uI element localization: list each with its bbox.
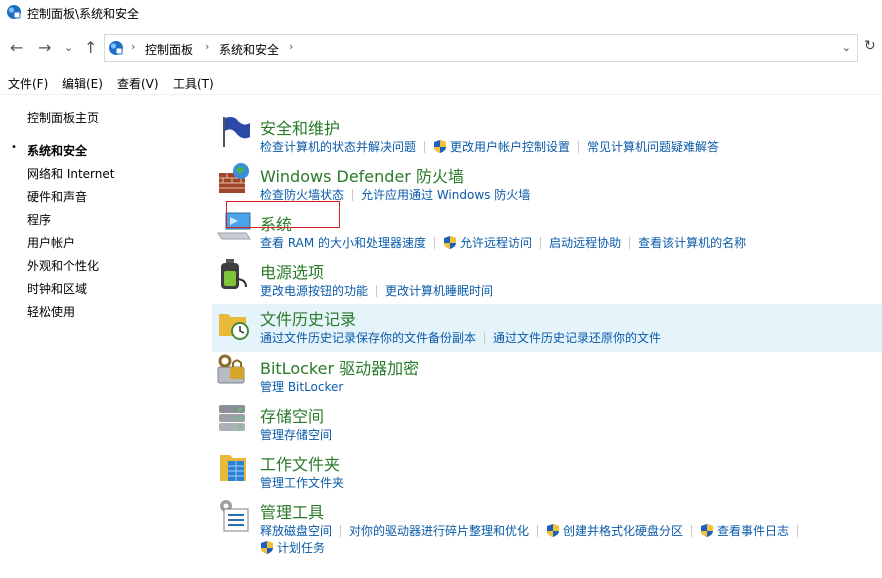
sidebar-item-programs[interactable]: 程序 bbox=[27, 211, 51, 228]
link-manage-bitlocker[interactable]: 管理 BitLocker bbox=[260, 378, 343, 395]
uac-shield-icon bbox=[444, 236, 457, 249]
link-divider bbox=[629, 236, 631, 249]
link-view-ram-cpu[interactable]: 查看 RAM 的大小和处理器速度 bbox=[260, 234, 426, 251]
link-divider bbox=[540, 236, 542, 249]
sidebar-item-system-security[interactable]: 系统和安全 bbox=[27, 142, 87, 159]
forward-button[interactable]: → bbox=[38, 38, 51, 57]
file-history-icon bbox=[219, 314, 249, 340]
category-bitlocker: BitLocker 驱动器加密 管理 BitLocker bbox=[212, 353, 882, 401]
sidebar-item-ease-of-access[interactable]: 轻松使用 bbox=[27, 303, 75, 320]
sidebar-item-home[interactable]: 控制面板主页 bbox=[27, 109, 99, 126]
highlight-box bbox=[226, 201, 340, 228]
admin-tools-icon bbox=[220, 500, 249, 532]
link-event-logs[interactable]: 查看事件日志 bbox=[700, 522, 789, 539]
link-file-history-restore[interactable]: 通过文件历史记录还原你的文件 bbox=[493, 329, 661, 346]
sidebar-item-hardware[interactable]: 硬件和声音 bbox=[27, 188, 87, 205]
link-divider bbox=[578, 140, 580, 153]
link-divider bbox=[797, 524, 799, 537]
category-storage-spaces: 存储空间 管理存储空间 bbox=[212, 401, 882, 449]
category-title[interactable]: Windows Defender 防火墙 bbox=[260, 163, 464, 187]
link-computer-name[interactable]: 查看该计算机的名称 bbox=[638, 234, 746, 251]
recent-locations-button[interactable]: ⌄ bbox=[64, 41, 73, 54]
menu-file[interactable]: 文件(F) bbox=[8, 75, 48, 92]
uac-shield-icon bbox=[261, 541, 273, 554]
link-create-partitions[interactable]: 创建并格式化硬盘分区 bbox=[546, 522, 683, 539]
sidebar-item-user-accounts[interactable]: 用户帐户 bbox=[27, 234, 75, 251]
link-manage-work-folders[interactable]: 管理工作文件夹 bbox=[260, 474, 344, 491]
link-divider bbox=[691, 524, 693, 537]
category-title[interactable]: BitLocker 驱动器加密 bbox=[260, 355, 419, 379]
menu-tools[interactable]: 工具(T) bbox=[173, 75, 214, 92]
address-bar[interactable]: › 控制面板 › 系统和安全 › ⌄ bbox=[104, 34, 858, 62]
breadcrumb-separator: › bbox=[289, 40, 294, 53]
control-panel-icon bbox=[109, 41, 123, 55]
sidebar-item-network[interactable]: 网络和 Internet bbox=[27, 165, 114, 182]
window-title: 控制面板\系统和安全 bbox=[27, 7, 140, 21]
active-bullet: • bbox=[11, 142, 17, 153]
link-divider bbox=[352, 188, 354, 201]
menu-bar: 文件(F) 编辑(E) 查看(V) 工具(T) bbox=[0, 72, 882, 95]
category-title[interactable]: 电源选项 bbox=[260, 259, 324, 283]
work-folders-icon bbox=[220, 455, 246, 481]
category-title[interactable]: 存储空间 bbox=[260, 403, 324, 427]
link-power-button[interactable]: 更改电源按钮的功能 bbox=[260, 282, 368, 299]
breadcrumb-control-panel[interactable]: 控制面板 bbox=[145, 41, 193, 58]
link-file-history-backup[interactable]: 通过文件历史记录保存你的文件备份副本 bbox=[260, 329, 476, 346]
menu-view[interactable]: 查看(V) bbox=[117, 75, 159, 92]
category-security-maintenance: 安全和维护 检查计算机的状态并解决问题 更改用户帐户控制设置 常见计算机问题疑难… bbox=[212, 113, 882, 161]
back-button[interactable]: ← bbox=[10, 38, 23, 57]
link-allow-app-firewall[interactable]: 允许应用通过 Windows 防火墙 bbox=[361, 186, 530, 203]
bitlocker-icon bbox=[217, 354, 245, 384]
link-divider bbox=[434, 236, 436, 249]
storage-icon bbox=[219, 405, 245, 431]
title-bar: 控制面板\系统和安全 bbox=[0, 0, 882, 26]
link-uac-settings[interactable]: 更改用户帐户控制设置 bbox=[433, 138, 570, 155]
link-remote-assistance[interactable]: 启动远程协助 bbox=[549, 234, 621, 251]
link-divider bbox=[376, 284, 378, 297]
category-power-options: 电源选项 更改电源按钮的功能 更改计算机睡眠时间 bbox=[212, 257, 882, 305]
address-dropdown-button[interactable]: ⌄ bbox=[842, 41, 851, 54]
link-schedule-tasks[interactable]: 计划任务 bbox=[260, 539, 325, 556]
address-row: ← → ⌄ ↑ › 控制面板 › 系统和安全 › ⌄ ↻ bbox=[0, 30, 882, 66]
link-divider bbox=[537, 524, 539, 537]
category-title[interactable]: 文件历史记录 bbox=[260, 306, 356, 330]
link-divider bbox=[424, 140, 426, 153]
uac-shield-icon bbox=[701, 524, 714, 537]
link-defragment[interactable]: 对你的驱动器进行碎片整理和优化 bbox=[349, 522, 529, 539]
uac-shield-icon bbox=[434, 140, 447, 153]
link-check-status[interactable]: 检查计算机的状态并解决问题 bbox=[260, 138, 416, 155]
category-title[interactable]: 工作文件夹 bbox=[260, 451, 340, 475]
link-manage-storage[interactable]: 管理存储空间 bbox=[260, 426, 332, 443]
link-allow-remote-access[interactable]: 允许远程访问 bbox=[443, 234, 532, 251]
sidebar-item-appearance[interactable]: 外观和个性化 bbox=[27, 257, 99, 274]
up-button[interactable]: ↑ bbox=[84, 38, 97, 57]
battery-icon bbox=[221, 259, 247, 289]
uac-shield-icon bbox=[547, 524, 560, 537]
firewall-icon bbox=[219, 163, 249, 193]
category-title[interactable]: 管理工具 bbox=[260, 499, 324, 523]
link-sleep-time[interactable]: 更改计算机睡眠时间 bbox=[385, 282, 493, 299]
breadcrumb-separator: › bbox=[131, 40, 136, 53]
breadcrumb-system-security[interactable]: 系统和安全 bbox=[219, 41, 279, 58]
link-troubleshoot[interactable]: 常见计算机问题疑难解答 bbox=[587, 138, 719, 155]
category-work-folders: 工作文件夹 管理工作文件夹 bbox=[212, 449, 882, 497]
breadcrumb-separator: › bbox=[205, 40, 210, 53]
category-admin-tools: 管理工具 释放磁盘空间 对你的驱动器进行碎片整理和优化 创建并格式化硬盘分区 查… bbox=[212, 497, 882, 557]
control-panel-icon bbox=[7, 5, 21, 19]
refresh-button[interactable]: ↻ bbox=[864, 38, 876, 54]
link-divider bbox=[484, 331, 486, 344]
sidebar-item-clock-region[interactable]: 时钟和区域 bbox=[27, 280, 87, 297]
link-divider bbox=[340, 524, 342, 537]
flag-icon bbox=[223, 117, 250, 147]
category-title[interactable]: 安全和维护 bbox=[260, 115, 340, 139]
menu-edit[interactable]: 编辑(E) bbox=[62, 75, 103, 92]
category-file-history: 文件历史记录 通过文件历史记录保存你的文件备份副本 通过文件历史记录还原你的文件 bbox=[212, 304, 882, 352]
link-disk-cleanup[interactable]: 释放磁盘空间 bbox=[260, 522, 332, 539]
